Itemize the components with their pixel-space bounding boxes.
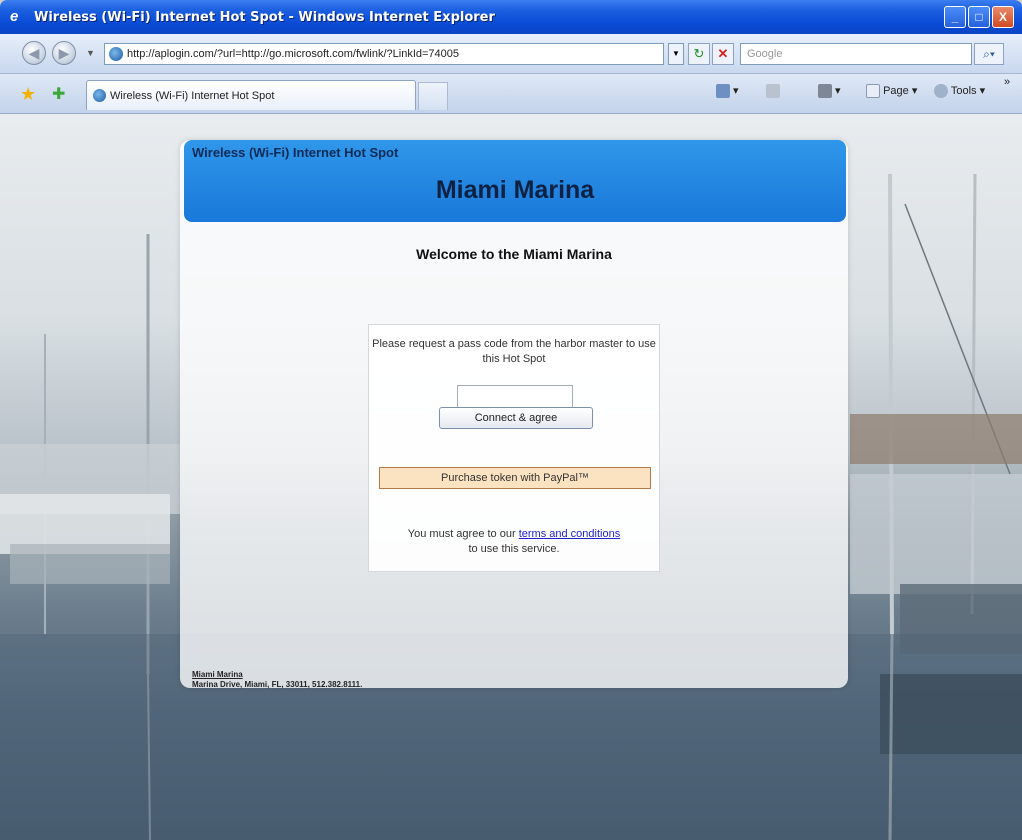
tools-menu-label: Tools: [950, 85, 977, 97]
address-url: http://aplogin.com/?url=http://go.micros…: [127, 48, 460, 60]
page-menu-label: Page: [883, 85, 909, 97]
paypal-purchase-button[interactable]: Purchase token with PayPal™: [379, 467, 651, 489]
maximize-button[interactable]: □: [968, 6, 990, 28]
close-button[interactable]: X: [992, 6, 1014, 28]
home-button[interactable]: ▾: [716, 84, 739, 99]
page-icon: [866, 84, 880, 99]
page-globe-icon: [109, 47, 123, 61]
print-button[interactable]: ▾: [818, 84, 841, 99]
tab-hotspot[interactable]: Wireless (Wi-Fi) Internet Hot Spot: [86, 80, 416, 110]
terms-link[interactable]: terms and conditions: [519, 528, 621, 540]
login-box: Please request a pass code from the harb…: [368, 324, 660, 572]
footer-address: Marina Drive, Miami, FL, 33011, 512.382.…: [192, 680, 363, 689]
address-bar[interactable]: http://aplogin.com/?url=http://go.micros…: [104, 43, 664, 65]
site-subtitle: Wireless (Wi-Fi) Internet Hot Spot: [192, 145, 399, 160]
page-menu[interactable]: Page ▾: [866, 84, 917, 99]
site-title: Miami Marina: [435, 176, 595, 204]
tools-menu[interactable]: Tools ▾: [934, 84, 985, 99]
terms-notice: You must agree to our terms and conditio…: [369, 527, 659, 557]
new-tab-button[interactable]: [418, 82, 448, 110]
tab-globe-icon: [93, 89, 106, 102]
refresh-button[interactable]: ↻: [688, 43, 710, 65]
feeds-icon: [766, 84, 780, 98]
footer-business-name: Miami Marina: [192, 670, 243, 679]
back-button[interactable]: ◀: [22, 41, 46, 65]
favorites-star-icon[interactable]: ★: [20, 84, 36, 105]
home-icon: [716, 84, 730, 99]
tab-toolbar: ★ ✚ Wireless (Wi-Fi) Internet Hot Spot ▾…: [0, 74, 1022, 114]
window-controls: _ □ X: [944, 6, 1014, 28]
connect-agree-button[interactable]: Connect & agree: [439, 407, 593, 429]
search-input[interactable]: Google: [740, 43, 972, 65]
address-toolbar: ◀ ▶ ▼ http://aplogin.com/?url=http://go.…: [0, 34, 1022, 74]
passcode-input[interactable]: [457, 385, 573, 409]
header-banner: Wireless (Wi-Fi) Internet Hot Spot Miami…: [184, 140, 846, 222]
forward-button[interactable]: ▶: [52, 41, 76, 65]
gear-icon: [934, 84, 948, 99]
page-viewport: Wireless (Wi-Fi) Internet Hot Spot Miami…: [0, 114, 1022, 840]
window-title: Wireless (Wi-Fi) Internet Hot Spot - Win…: [34, 9, 495, 25]
terms-suffix: to use this service.: [468, 543, 560, 555]
more-commands-button[interactable]: »: [1004, 76, 1010, 88]
instructions-text: Please request a pass code from the harb…: [372, 338, 656, 365]
tab-label: Wireless (Wi-Fi) Internet Hot Spot: [110, 89, 275, 102]
print-icon: [818, 84, 832, 99]
minimize-button[interactable]: _: [944, 6, 966, 28]
welcome-heading: Welcome to the Miami Marina: [416, 246, 612, 262]
title-bar: e Wireless (Wi-Fi) Internet Hot Spot - W…: [0, 0, 1022, 34]
stop-button[interactable]: ✕: [712, 43, 734, 65]
search-button[interactable]: ⌕▾: [974, 43, 1004, 65]
hotspot-panel: Wireless (Wi-Fi) Internet Hot Spot Miami…: [180, 140, 848, 689]
ie-logo-icon: e: [10, 8, 19, 25]
terms-prefix: You must agree to our: [407, 528, 516, 540]
feeds-button[interactable]: [766, 84, 780, 98]
history-dropdown-icon[interactable]: ▼: [86, 48, 95, 58]
address-dropdown-button[interactable]: ▼: [668, 43, 684, 65]
add-favorites-icon[interactable]: ✚: [52, 84, 65, 104]
